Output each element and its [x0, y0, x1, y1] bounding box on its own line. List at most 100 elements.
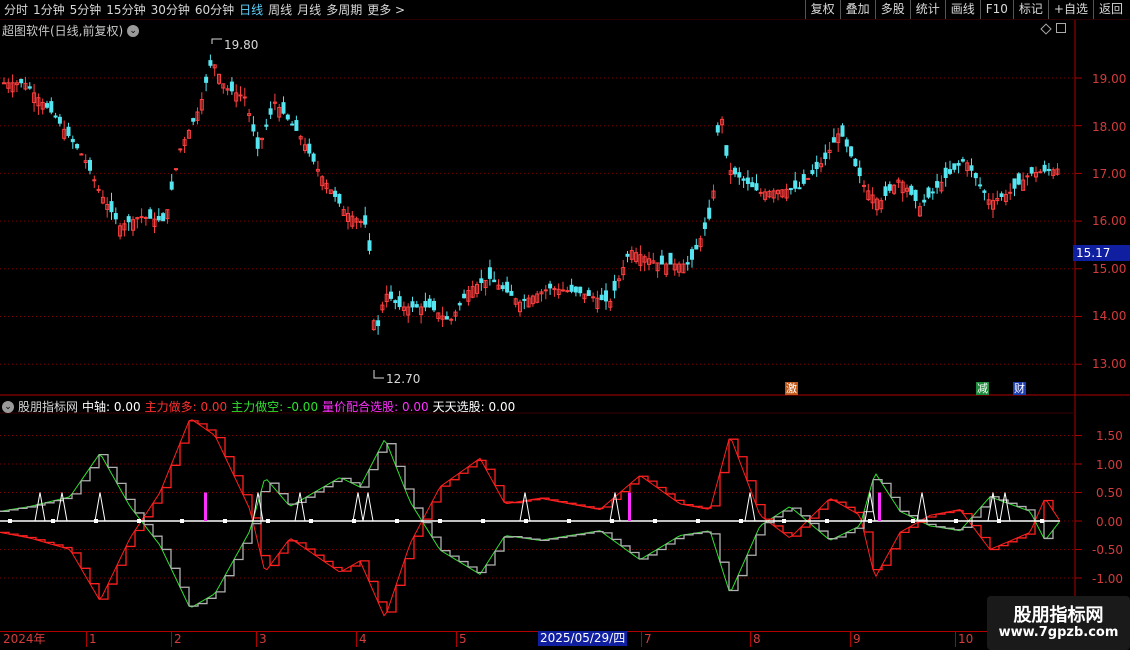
zero-marker — [825, 519, 829, 523]
zero-marker — [309, 519, 313, 523]
candle-body — [625, 253, 630, 257]
candle-body — [801, 174, 806, 184]
price-tick: 19.00 — [1092, 72, 1127, 86]
candle-body — [457, 302, 462, 306]
candle-body — [255, 137, 260, 149]
zero-marker — [223, 519, 227, 523]
watermark-url: www.7gpzb.com — [998, 625, 1119, 640]
candle-body — [758, 191, 763, 194]
zero-marker — [911, 519, 915, 523]
indicator-tick: -0.50 — [1092, 543, 1124, 557]
candle-body — [500, 285, 505, 290]
candle-body — [960, 159, 965, 162]
candle-body — [88, 159, 92, 171]
event-badge-cai[interactable]: 财 — [1013, 382, 1026, 395]
date-label: 2 — [174, 632, 182, 646]
date-label: 10 — [958, 632, 974, 646]
main-chart-tools — [1040, 23, 1066, 35]
candle-body — [591, 296, 596, 299]
long-step — [378, 601, 388, 612]
indicator-field-short: 主力做空: -0.00 — [231, 400, 319, 414]
candle-body — [1046, 168, 1051, 171]
candle-body — [849, 146, 854, 157]
candle-body — [750, 182, 755, 188]
candle-body — [840, 125, 845, 137]
candle-body — [174, 168, 178, 171]
high-pointer — [211, 38, 222, 44]
chevron-down-icon[interactable]: ⌄ — [127, 24, 140, 37]
indicator-name[interactable]: 股朋指标网 — [18, 398, 78, 415]
candle-body — [724, 145, 729, 156]
candle-body — [204, 76, 209, 83]
event-badge-jian[interactable]: 减 — [976, 382, 989, 395]
date-label: 3 — [259, 632, 267, 646]
indicator-field-volume-price: 量价配合选股: 0.00 — [322, 400, 429, 414]
candle-body — [376, 320, 381, 327]
diamond-icon[interactable] — [1040, 23, 1052, 35]
pick-spike — [352, 492, 364, 522]
price-tick: 15.00 — [1092, 262, 1127, 276]
zero-marker — [954, 519, 958, 523]
candle-body — [268, 108, 273, 115]
candle-body — [715, 125, 720, 133]
candle-body — [741, 178, 746, 181]
candle-body — [604, 290, 608, 302]
date-label: 8 — [753, 632, 761, 646]
candle-body — [565, 290, 570, 293]
date-label: 5 — [459, 632, 467, 646]
candle-body — [810, 170, 815, 175]
candle-body — [926, 187, 931, 198]
candle-body — [492, 279, 497, 283]
candle-body — [844, 139, 849, 147]
volume-price-bar — [204, 492, 207, 521]
candle-body — [685, 262, 690, 265]
candle-body — [969, 165, 974, 171]
candle-body — [397, 296, 402, 308]
cursor-date-label: 2025/05/29/四 — [538, 631, 628, 646]
candle-body — [552, 288, 557, 291]
chevron-down-icon[interactable]: ⌄ — [2, 400, 14, 413]
candle-body — [70, 138, 75, 143]
volume-price-bar — [878, 492, 881, 521]
candle-body — [389, 291, 393, 299]
chart-canvas[interactable] — [0, 0, 1130, 650]
candle-body — [307, 143, 312, 154]
candle-body — [367, 240, 372, 251]
candle-body — [707, 207, 712, 219]
zero-marker — [180, 519, 184, 523]
candle-body — [956, 162, 961, 166]
candle-body — [973, 173, 978, 179]
candle-body — [423, 301, 428, 308]
pick-spike — [94, 492, 106, 522]
candle-body — [49, 101, 54, 113]
candle-body — [178, 148, 183, 151]
candle-body — [238, 94, 243, 97]
candle-body — [53, 115, 58, 118]
main-chart-title: 超图软件(日线,前复权) — [2, 24, 124, 38]
short-step — [594, 531, 604, 533]
zero-marker — [266, 519, 270, 523]
long-step — [756, 504, 766, 520]
candle-body — [358, 220, 363, 223]
candle-body — [285, 114, 290, 120]
indicator-header: ⌄ 股朋指标网 中轴: 0.00 主力做多: 0.00 主力做空: -0.00 … — [2, 398, 515, 415]
candle-body — [883, 186, 888, 196]
candle-body — [410, 301, 415, 308]
zero-marker — [94, 519, 98, 523]
candle-body — [363, 215, 368, 225]
event-badge-ji[interactable]: 激 — [785, 382, 798, 395]
candle-body — [161, 213, 166, 222]
low-pointer — [373, 370, 384, 379]
candle-body — [659, 255, 664, 265]
window-toggle-icon[interactable] — [1056, 23, 1066, 33]
candle-body — [479, 278, 484, 283]
candle-body — [92, 179, 97, 182]
candle-body — [561, 289, 565, 292]
candle-body — [281, 102, 286, 114]
candle-body — [1038, 171, 1043, 174]
candle-body — [156, 215, 161, 221]
indicator-tick: 0.00 — [1096, 515, 1123, 529]
zero-marker — [739, 519, 743, 523]
candle-body — [1012, 178, 1017, 189]
candle-body — [806, 177, 811, 180]
